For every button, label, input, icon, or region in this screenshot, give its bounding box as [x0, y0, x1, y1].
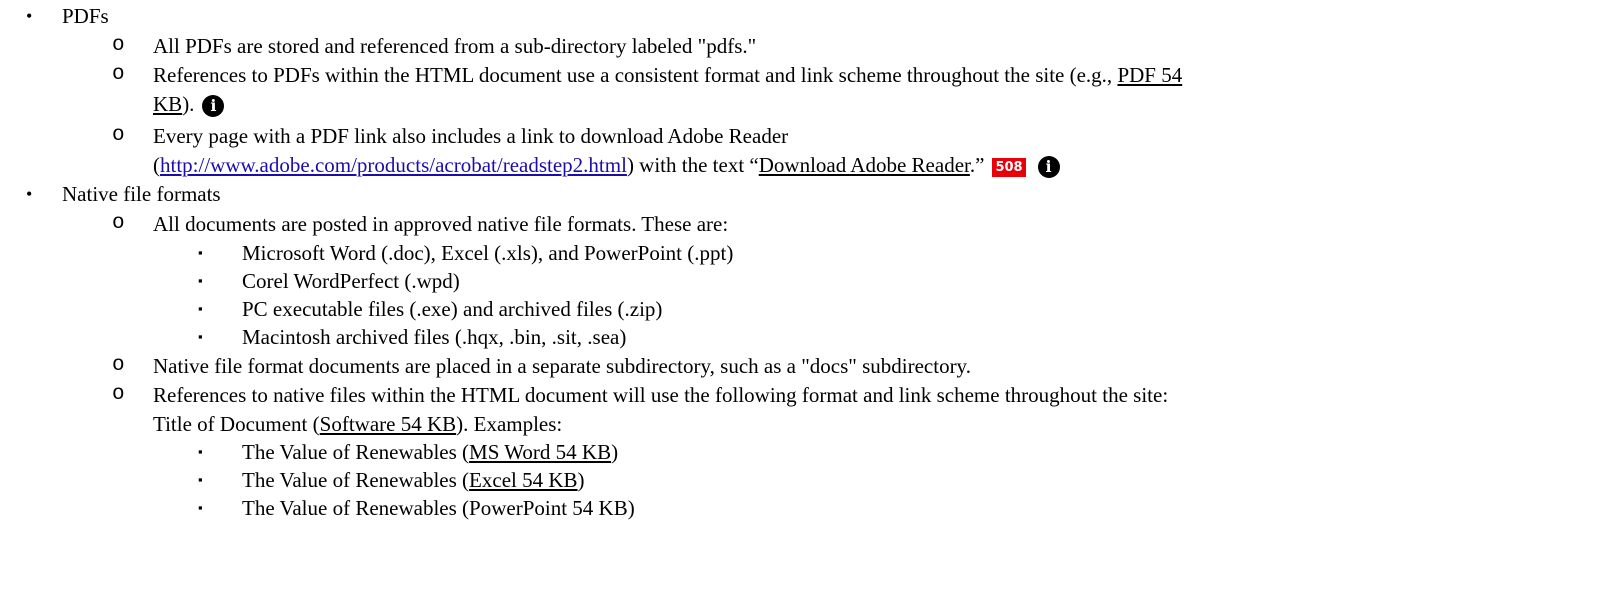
pdfs-stored-text: All PDFs are stored and referenced from … [153, 34, 757, 58]
bullet-circle: o [112, 354, 125, 377]
bullet-disc: • [26, 184, 33, 204]
example-close: ) [577, 468, 585, 492]
pdf-size-link-part2[interactable]: KB [153, 92, 182, 116]
download-adobe-reader-link[interactable]: Download Adobe Reader [759, 153, 970, 177]
bullet-square: ▪ [198, 472, 203, 487]
example-close: ) [611, 440, 619, 464]
adobe-reader-mid-text: ) with the text “ [626, 153, 759, 177]
pdfs-refs-text: References to PDFs within the HTML docum… [153, 63, 1118, 87]
bullet-circle: o [112, 124, 125, 147]
software-size-link[interactable]: Software 54 KB [320, 412, 456, 436]
example-title: The Value of Renewables ( [242, 468, 470, 492]
open-paren: ( [153, 153, 160, 177]
adobe-reader-text: Every page with a PDF link also includes… [153, 124, 789, 148]
ms-word-size-link[interactable]: MS Word 54 KB [469, 440, 611, 464]
bullet-disc: • [26, 6, 33, 26]
approved-formats-text: All documents are posted in approved nat… [153, 212, 729, 236]
pdfs-refs-suffix: ). [182, 92, 195, 116]
section-heading-native: Native file formats [62, 182, 221, 206]
section-508-icon[interactable]: 508 [992, 157, 1026, 177]
format-text: Macintosh archived files (.hqx, .bin, .s… [242, 325, 627, 349]
section-heading-pdfs: PDFs [62, 4, 109, 28]
native-refs-suffix: ). Examples: [456, 412, 563, 436]
example-close: ) [627, 496, 635, 520]
pdf-size-link-part1[interactable]: PDF 54 [1117, 63, 1182, 87]
native-refs-prefix: Title of Document ( [153, 412, 320, 436]
bullet-square: ▪ [198, 245, 203, 260]
format-text: PC executable files (.exe) and archived … [242, 297, 663, 321]
excel-size-link[interactable]: Excel 54 KB [469, 468, 577, 492]
bullet-circle: o [112, 34, 125, 57]
native-refs-text: References to native files within the HT… [153, 383, 1169, 407]
bullet-circle: o [112, 63, 125, 86]
bullet-square: ▪ [198, 444, 203, 459]
example-title: The Value of Renewables ( [242, 496, 470, 520]
adobe-reader-url-link[interactable]: http://www.adobe.com/products/acrobat/re… [160, 153, 627, 177]
powerpoint-size-text: PowerPoint 54 KB [469, 496, 628, 520]
bullet-square: ▪ [198, 273, 203, 288]
bullet-circle: o [112, 212, 125, 235]
info-icon[interactable]: i [1037, 156, 1060, 179]
adobe-reader-close: .” [969, 153, 985, 177]
example-title: The Value of Renewables ( [242, 440, 470, 464]
format-text: Microsoft Word (.doc), Excel (.xls), and… [242, 241, 734, 265]
subdirectory-text: Native file format documents are placed … [153, 354, 971, 378]
format-text: Corel WordPerfect (.wpd) [242, 269, 460, 293]
bullet-square: ▪ [198, 329, 203, 344]
bullet-square: ▪ [198, 301, 203, 316]
info-icon[interactable]: i [202, 95, 225, 118]
bullet-square: ▪ [198, 500, 203, 515]
bullet-circle: o [112, 383, 125, 406]
